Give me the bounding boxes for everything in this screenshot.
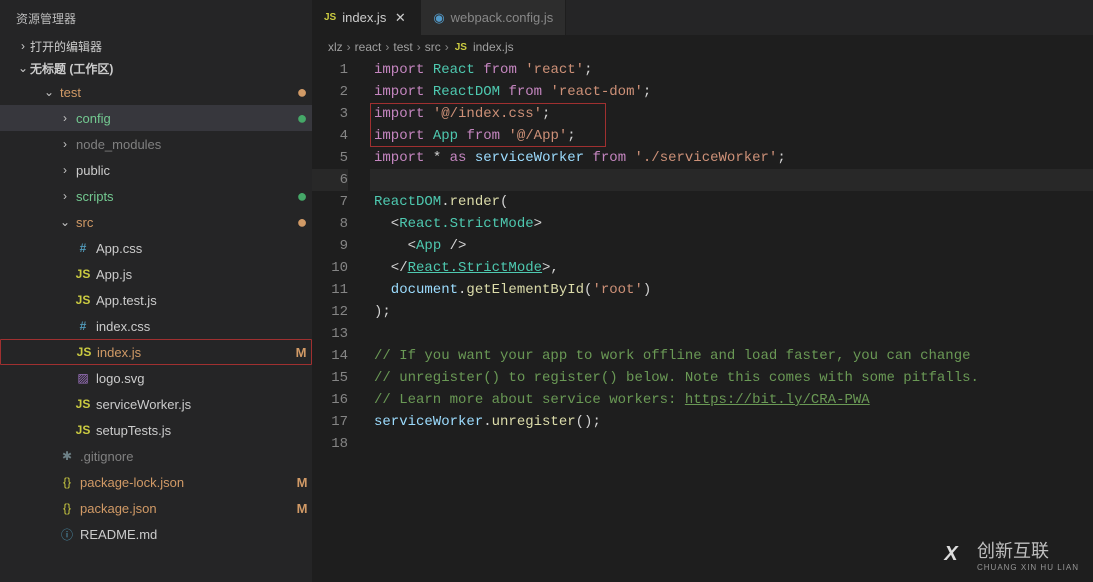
folder-label: public	[72, 163, 312, 178]
open-editors-section[interactable]: › 打开的编辑器	[0, 35, 312, 57]
js-icon: JS	[455, 42, 467, 53]
folder-scripts[interactable]: › scripts ●	[0, 183, 312, 209]
css-icon: #	[74, 241, 92, 255]
folder-public[interactable]: › public	[0, 157, 312, 183]
tab-index-js[interactable]: JS index.js ✕	[312, 0, 421, 35]
file-logo-svg[interactable]: ▨ logo.svg	[0, 365, 312, 391]
folder-config[interactable]: › config ●	[0, 105, 312, 131]
chevron-right-icon: ›	[58, 163, 72, 177]
git-modified-dot-icon: ●	[292, 83, 312, 101]
file-setup-tests[interactable]: JS setupTests.js	[0, 417, 312, 443]
git-modified-badge: M	[292, 501, 312, 516]
git-untracked-dot-icon: ●	[292, 109, 312, 127]
file-label: setupTests.js	[92, 423, 312, 438]
chevron-right-icon: ›	[16, 39, 30, 53]
file-label: App.css	[92, 241, 312, 256]
js-icon: JS	[74, 293, 92, 307]
chevron-down-icon: ⌄	[16, 61, 30, 75]
js-icon: JS	[74, 397, 92, 411]
js-icon: JS	[74, 267, 92, 281]
file-label: index.css	[92, 319, 312, 334]
image-icon: ▨	[74, 371, 92, 385]
git-modified-badge: M	[292, 475, 312, 490]
code-editor[interactable]: 123456789101112131415161718 import React…	[312, 59, 1093, 582]
git-modified-dot-icon: ●	[292, 213, 312, 231]
crumb[interactable]: test	[393, 40, 412, 54]
workspace-section[interactable]: ⌄ 无标题 (工作区)	[0, 57, 312, 79]
crumb[interactable]: src	[425, 40, 441, 54]
breadcrumb[interactable]: xlz› react› test› src› JS index.js	[312, 35, 1093, 59]
file-label: App.js	[92, 267, 312, 282]
chevron-down-icon: ⌄	[58, 215, 72, 229]
crumb[interactable]: xlz	[328, 40, 343, 54]
chevron-right-icon: ›	[58, 111, 72, 125]
code-content[interactable]: import React from 'react'; import ReactD…	[370, 59, 1093, 582]
crumb[interactable]: index.js	[473, 40, 514, 54]
file-index-js[interactable]: JS index.js M	[0, 339, 312, 365]
file-label: App.test.js	[92, 293, 312, 308]
folder-src[interactable]: ⌄ src ●	[0, 209, 312, 235]
info-icon: ⓘ	[58, 526, 76, 543]
line-gutter: 123456789101112131415161718	[312, 59, 370, 582]
file-explorer[interactable]: › 打开的编辑器 ⌄ 无标题 (工作区) ⌄ test ● › config ●…	[0, 35, 312, 582]
file-index-css[interactable]: # index.css	[0, 313, 312, 339]
section-label: 打开的编辑器	[30, 38, 102, 55]
folder-label: scripts	[72, 189, 292, 204]
json-icon: {}	[58, 501, 76, 515]
folder-label: node_modules	[72, 137, 312, 152]
js-icon: JS	[75, 345, 93, 359]
file-label: serviceWorker.js	[92, 397, 312, 412]
tab-label: webpack.config.js	[451, 10, 554, 25]
js-icon: JS	[74, 423, 92, 437]
explorer-title: 资源管理器	[0, 0, 312, 35]
folder-test[interactable]: ⌄ test ●	[0, 79, 312, 105]
chevron-right-icon: ›	[58, 137, 72, 151]
file-package-json[interactable]: {} package.json M	[0, 495, 312, 521]
file-label: package-lock.json	[76, 475, 292, 490]
close-icon[interactable]: ✕	[392, 10, 408, 26]
git-modified-badge: M	[291, 345, 311, 360]
file-service-worker[interactable]: JS serviceWorker.js	[0, 391, 312, 417]
file-label: README.md	[76, 527, 312, 542]
webpack-icon: ◉	[433, 10, 444, 26]
js-icon: JS	[324, 12, 336, 23]
chevron-right-icon: ›	[58, 189, 72, 203]
folder-label: test	[56, 85, 292, 100]
file-label: package.json	[76, 501, 292, 516]
folder-label: src	[72, 215, 292, 230]
file-label: index.js	[93, 345, 291, 360]
tab-webpack-config[interactable]: ◉ webpack.config.js	[421, 0, 566, 35]
crumb[interactable]: react	[355, 40, 382, 54]
chevron-down-icon: ⌄	[42, 85, 56, 99]
file-gitignore[interactable]: ✱ .gitignore	[0, 443, 312, 469]
section-label: 无标题 (工作区)	[30, 60, 113, 77]
css-icon: #	[74, 319, 92, 333]
folder-label: config	[72, 111, 292, 126]
git-icon: ✱	[58, 449, 76, 463]
file-package-lock[interactable]: {} package-lock.json M	[0, 469, 312, 495]
tab-label: index.js	[342, 10, 386, 25]
file-app-test-js[interactable]: JS App.test.js	[0, 287, 312, 313]
file-label: .gitignore	[76, 449, 312, 464]
file-readme[interactable]: ⓘ README.md	[0, 521, 312, 547]
file-app-js[interactable]: JS App.js	[0, 261, 312, 287]
file-app-css[interactable]: # App.css	[0, 235, 312, 261]
json-icon: {}	[58, 475, 76, 489]
git-untracked-dot-icon: ●	[292, 187, 312, 205]
file-label: logo.svg	[92, 371, 312, 386]
folder-node-modules[interactable]: › node_modules	[0, 131, 312, 157]
